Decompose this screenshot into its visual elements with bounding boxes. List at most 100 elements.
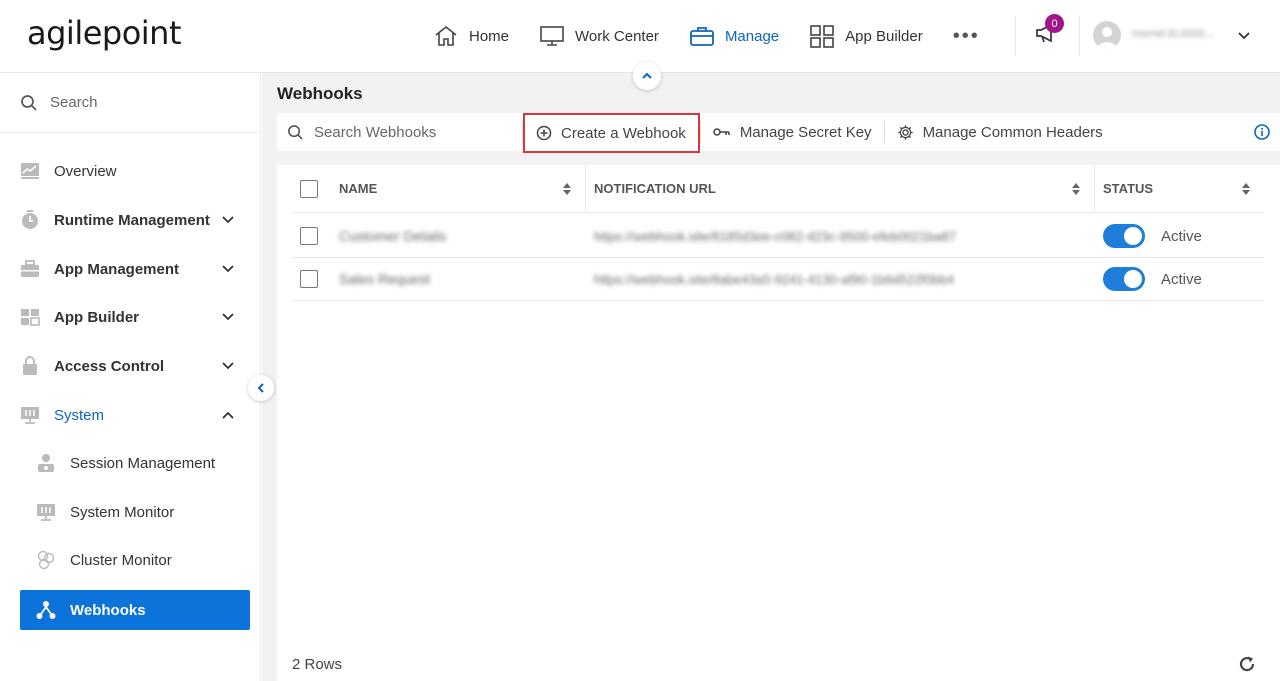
gear-icon (897, 124, 913, 140)
toolbar: Search Webhooks Create a Webhook Manage … (277, 113, 1280, 153)
sidebar-item-cluster-label: Cluster Monitor (70, 551, 172, 569)
sidebar-search-label: Search (50, 94, 98, 111)
chevron-down-icon (222, 362, 234, 370)
search-webhooks-placeholder: Search Webhooks (314, 123, 437, 141)
row-select-cell (292, 227, 339, 245)
session-user-icon (36, 453, 56, 473)
row-url: https://webhook.site/8abe43a5-9241-4130-… (594, 271, 954, 287)
sidebar-item-cluster-monitor[interactable]: Cluster Monitor (20, 540, 250, 580)
info-icon[interactable] (1254, 124, 1270, 140)
nav-manage[interactable]: Manage (689, 24, 779, 48)
search-webhooks-input[interactable]: Search Webhooks (277, 124, 522, 141)
select-all-checkbox[interactable] (300, 179, 318, 198)
grid-icon (810, 25, 834, 48)
webhook-icon (36, 600, 56, 620)
table-header: NAME NOTIFICATION URL STATUS (292, 164, 1264, 213)
refresh-icon[interactable] (1238, 655, 1256, 673)
manage-secret-key-button[interactable]: Manage Secret Key (701, 113, 884, 151)
sidebar-item-runtime-management[interactable]: Runtime Management (20, 200, 250, 240)
webhooks-table: NAME NOTIFICATION URL STATUS Customer De… (277, 164, 1280, 681)
rows-count: 2 Rows (292, 656, 343, 673)
system-monitor-icon (20, 405, 40, 425)
column-status[interactable]: STATUS (1094, 164, 1264, 213)
nav-manage-label: Manage (724, 27, 780, 45)
logo-text: agilepoint (27, 14, 182, 52)
column-url-label: NOTIFICATION URL (594, 181, 716, 196)
chevron-down-icon (222, 216, 234, 224)
sidebar-item-app-builder[interactable]: App Builder (20, 297, 250, 337)
sidebar-item-app-builder-label: App Builder (54, 308, 139, 326)
sidebar-item-webhooks[interactable]: Webhooks (20, 590, 250, 630)
sidebar-search[interactable]: Search (0, 73, 261, 133)
sidebar-item-runtime-label: Runtime Management (54, 211, 210, 229)
notification-badge: 0 (1045, 14, 1064, 33)
manage-secret-key-label: Manage Secret Key (739, 123, 872, 141)
monitor-icon (540, 26, 564, 46)
chevron-down-icon (222, 313, 234, 321)
cluster-icon (36, 550, 56, 570)
page-title: Webhooks (277, 84, 363, 103)
sidebar-item-system[interactable]: System (20, 395, 250, 435)
sidebar-item-access-control[interactable]: Access Control (20, 346, 250, 386)
user-silhouette-icon (1097, 27, 1117, 49)
row-status: Active (1094, 224, 1264, 248)
plus-circle-icon (536, 125, 552, 141)
more-menu-button[interactable]: ••• (953, 25, 980, 48)
collapse-header-button[interactable] (633, 62, 661, 90)
nav-work-center-label: Work Center (575, 27, 659, 45)
column-notification-url[interactable]: NOTIFICATION URL (585, 164, 1094, 213)
nav-app-builder[interactable]: App Builder (809, 24, 923, 48)
column-status-label: STATUS (1103, 181, 1154, 196)
sidebar-item-app-management[interactable]: App Management (20, 249, 250, 289)
app-builder-icon (20, 307, 40, 327)
main-content: Webhooks Search Webhooks Create a Webhoo… (262, 73, 1280, 681)
top-bar: agilepoint Home Work Center Manage App B… (0, 0, 1280, 73)
sidebar-item-app-management-label: App Management (54, 260, 180, 278)
home-icon (435, 25, 457, 46)
sort-icon[interactable] (1242, 182, 1250, 195)
sort-icon[interactable] (1072, 182, 1080, 195)
stopwatch-icon (20, 210, 40, 230)
user-divider (1079, 16, 1080, 56)
row-status: Active (1094, 267, 1264, 291)
row-name[interactable]: Customer Details (339, 228, 585, 244)
row-name[interactable]: Sales Request (339, 271, 585, 287)
create-webhook-label: Create a Webhook (561, 124, 686, 142)
select-all-cell (292, 165, 339, 213)
sidebar-item-system-label: System (54, 406, 105, 424)
row-checkbox[interactable] (300, 270, 318, 288)
row-url: https://webhook.site/8185d3ee-c082-423c-… (594, 228, 957, 244)
main-nav: Home Work Center Manage App Builder ••• (433, 0, 1010, 72)
sidebar-item-session-management[interactable]: Session Management (20, 443, 250, 483)
chevron-left-icon (257, 383, 264, 393)
create-webhook-button[interactable]: Create a Webhook (523, 113, 700, 153)
nav-home[interactable]: Home (433, 24, 509, 48)
sidebar-item-system-monitor[interactable]: System Monitor (20, 492, 250, 532)
avatar[interactable] (1093, 21, 1121, 49)
sidebar-item-system-monitor-label: System Monitor (70, 503, 175, 521)
username: rosmel.t0.0000... (1132, 28, 1214, 40)
chevron-down-icon[interactable] (1236, 28, 1252, 44)
row-checkbox[interactable] (300, 227, 318, 245)
overview-icon (20, 161, 40, 181)
status-toggle[interactable] (1103, 224, 1145, 248)
sidebar-item-webhooks-label: Webhooks (70, 601, 146, 619)
sort-icon[interactable] (563, 182, 571, 195)
column-name[interactable]: NAME (339, 165, 585, 213)
system-monitor-icon (36, 502, 56, 522)
status-label: Active (1161, 270, 1202, 288)
table-row[interactable]: Customer Details https://webhook.site/81… (292, 215, 1264, 258)
table-row[interactable]: Sales Request https://webhook.site/8abe4… (292, 258, 1264, 301)
status-toggle[interactable] (1103, 267, 1145, 291)
nav-work-center[interactable]: Work Center (539, 24, 659, 48)
sidebar-item-overview[interactable]: Overview (20, 151, 250, 191)
chevron-down-icon (222, 265, 234, 273)
toolbox-icon (20, 259, 40, 279)
manage-common-headers-button[interactable]: Manage Common Headers (885, 113, 1115, 151)
search-icon (288, 124, 303, 140)
sidebar-item-access-control-label: Access Control (54, 357, 165, 375)
agilepoint-logo[interactable]: agilepoint (27, 14, 182, 52)
collapse-sidebar-button[interactable] (248, 375, 274, 401)
row-select-cell (292, 270, 339, 288)
more-dots-icon: ••• (952, 24, 980, 47)
